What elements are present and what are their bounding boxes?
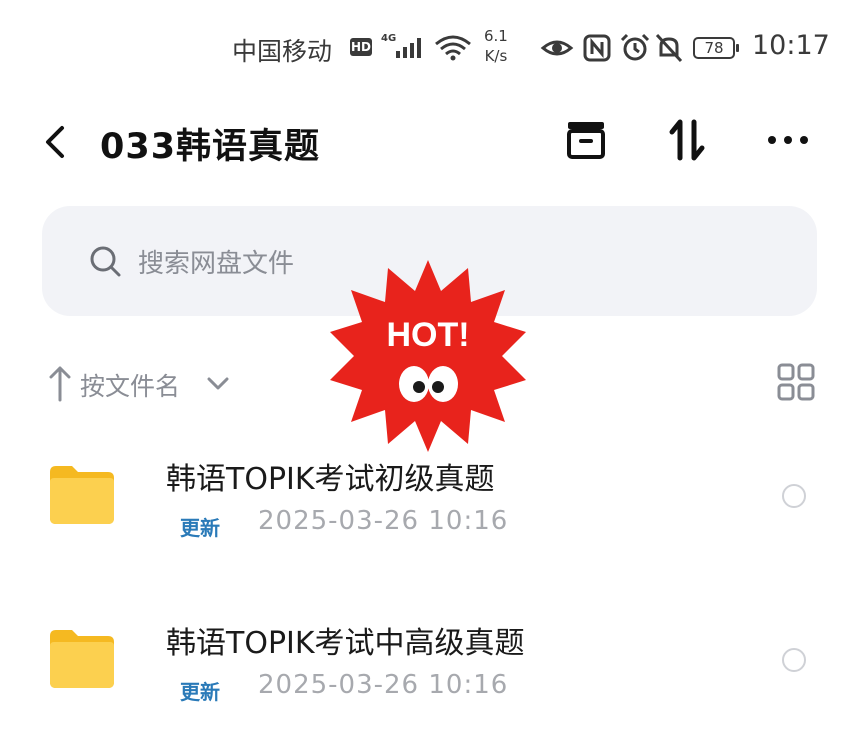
more-icon[interactable] (762, 114, 814, 166)
signal-bars-icon (396, 38, 421, 58)
file-name: 韩语TOPIK考试初级真题 (166, 462, 495, 497)
hot-label: HOT! (386, 316, 470, 354)
battery-icon: 78 (693, 37, 739, 59)
status-bar: 中国移动 HD 4G 6.1 K/s 78 10:17 (0, 18, 860, 78)
grid-view-icon[interactable] (776, 362, 816, 402)
page-title: 033韩语真题 (100, 127, 321, 167)
list-item[interactable]: 韩语TOPIK考试中高级真题 更新 2025-03-26 10:16 (0, 604, 860, 734)
file-name: 韩语TOPIK考试中高级真题 (166, 626, 525, 661)
starburst-icon (330, 260, 526, 452)
file-date: 2025-03-26 10:16 (258, 506, 509, 536)
select-radio[interactable] (782, 648, 806, 672)
alarm-icon (620, 33, 650, 61)
wifi-icon (435, 35, 471, 61)
folder-icon (50, 630, 114, 688)
search-placeholder: 搜索网盘文件 (138, 249, 295, 279)
carrier-label: 中国移动 (232, 37, 333, 66)
mute-icon (655, 33, 683, 63)
arrow-up-icon (49, 366, 71, 402)
archive-icon[interactable] (560, 114, 612, 166)
back-icon[interactable] (36, 118, 76, 166)
search-icon (90, 246, 121, 277)
speed-unit: K/s (484, 47, 508, 65)
hot-badge: HOT! (330, 258, 526, 454)
sort-icon[interactable] (662, 114, 714, 166)
list-item[interactable]: 韩语TOPIK考试初级真题 更新 2025-03-26 10:16 (0, 440, 860, 570)
network-speed: 6.1 K/s (484, 26, 508, 66)
select-radio[interactable] (782, 484, 806, 508)
update-tag: 更新 (180, 516, 220, 540)
nfc-icon (583, 34, 611, 62)
clock: 10:17 (752, 30, 830, 61)
sort-label: 按文件名 (80, 372, 181, 401)
hd-badge: HD (350, 38, 372, 56)
folder-icon (50, 466, 114, 524)
speed-value: 6.1 (484, 27, 508, 45)
update-tag: 更新 (180, 680, 220, 704)
file-date: 2025-03-26 10:16 (258, 670, 509, 700)
chevron-down-icon (207, 377, 229, 390)
eye-icon (540, 40, 574, 56)
